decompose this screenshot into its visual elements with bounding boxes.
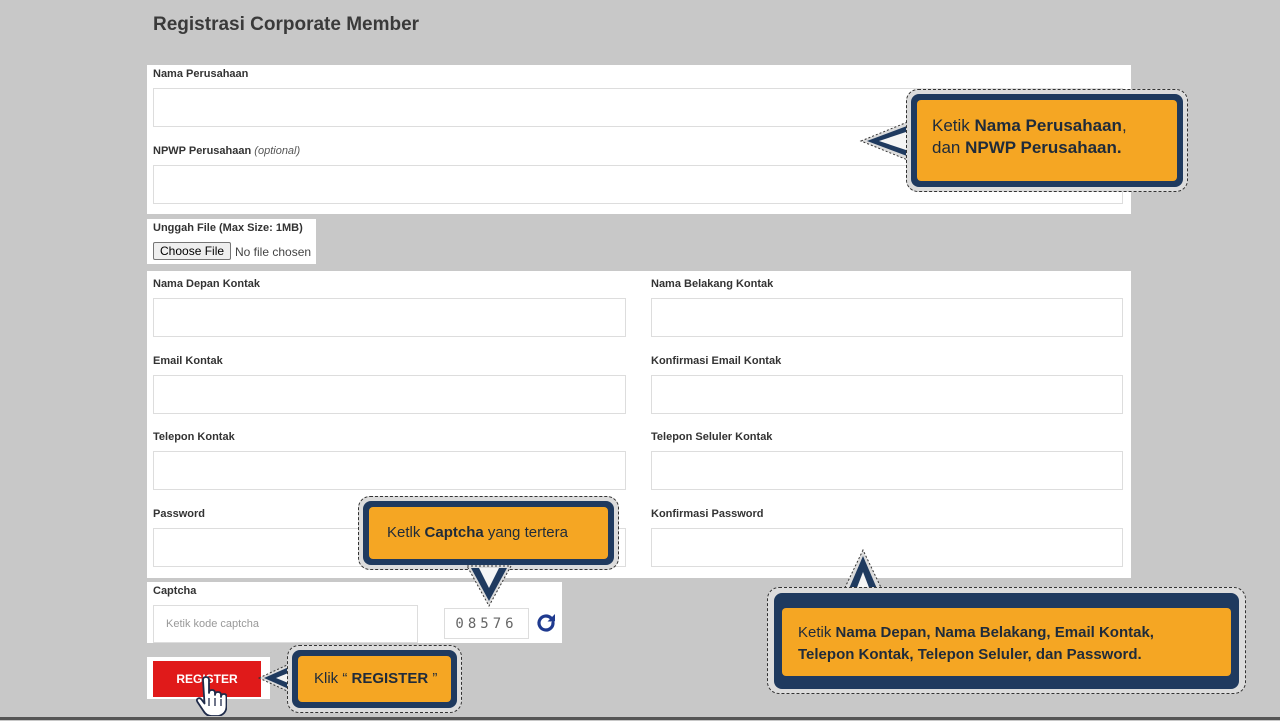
first-name-label: Nama Depan Kontak xyxy=(153,278,260,290)
register-callout-frame: Klik “ REGISTER ” xyxy=(292,650,457,708)
choose-file-button[interactable]: Choose File xyxy=(153,242,232,260)
upload-label: Unggah File (Max Size: 1MB) xyxy=(153,222,303,234)
captcha-callout-t2: yang tertera xyxy=(483,524,568,541)
email-label: Email Kontak xyxy=(153,355,223,367)
register-callout-t2: ” xyxy=(428,670,438,687)
phone-label: Telepon Kontak xyxy=(153,431,235,443)
captcha-placeholder: Ketik kode captcha xyxy=(166,618,259,630)
email-input[interactable] xyxy=(153,375,626,414)
company-callout-t1: Ketik xyxy=(932,116,975,135)
company-callout-t2: , xyxy=(1121,116,1127,135)
company-callout-b2: NPWP Perusahaan. xyxy=(965,138,1122,157)
mobile-input[interactable] xyxy=(651,451,1123,490)
mobile-label: Telepon Seluler Kontak xyxy=(651,431,773,443)
captcha-label: Captcha xyxy=(153,585,197,597)
company-callout: Ketik Nama Perusahaan, dan NPWP Perusaha… xyxy=(906,89,1188,192)
first-name-input[interactable] xyxy=(153,298,626,337)
last-name-input[interactable] xyxy=(651,298,1123,337)
contact-callout-b1: Nama Depan, Nama Belakang, Email Kontak, xyxy=(835,624,1154,641)
hand-cursor-icon xyxy=(193,676,228,717)
register-callout-text: Klik “ REGISTER ” xyxy=(298,656,451,702)
password-confirm-label: Konfirmasi Password xyxy=(651,508,764,520)
company-callout-frame: Ketik Nama Perusahaan, dan NPWP Perusaha… xyxy=(911,94,1183,187)
captcha-callout-text: Ketlk Captcha yang tertera xyxy=(369,507,608,559)
contact-callout: Ketik Nama Depan, Nama Belakang, Email K… xyxy=(767,587,1246,694)
register-callout-b1: REGISTER xyxy=(351,670,429,687)
captcha-callout-b1: Captcha xyxy=(424,524,484,541)
register-callout-t1: Klik “ xyxy=(314,670,352,687)
contact-callout-t1: Ketik xyxy=(798,624,836,641)
npwp-label: NPWP Perusahaan (optional) xyxy=(153,145,300,157)
captcha-callout-frame: Ketlk Captcha yang tertera xyxy=(363,501,614,565)
page-title: Registrasi Corporate Member xyxy=(153,14,420,35)
password-label: Password xyxy=(153,508,205,520)
email-confirm-label: Konfirmasi Email Kontak xyxy=(651,355,782,367)
contact-callout-text: Ketik Nama Depan, Nama Belakang, Email K… xyxy=(782,608,1231,676)
last-name-label: Nama Belakang Kontak xyxy=(651,278,774,290)
company-callout-t3: dan xyxy=(932,138,966,157)
refresh-icon[interactable] xyxy=(534,611,558,635)
npwp-label-text: NPWP Perusahaan xyxy=(153,145,252,157)
phone-input[interactable] xyxy=(153,451,626,490)
captcha-callout-arrow xyxy=(465,564,513,608)
npwp-optional-note: (optional) xyxy=(254,145,301,157)
contact-callout-b2: Telepon Kontak, Telepon Seluler, dan Pas… xyxy=(798,646,1142,663)
email-confirm-input[interactable] xyxy=(651,375,1123,414)
captcha-callout-t1: Ketlk xyxy=(387,524,425,541)
contact-callout-frame: Ketik Nama Depan, Nama Belakang, Email K… xyxy=(774,593,1239,689)
register-callout: Klik “ REGISTER ” xyxy=(287,645,462,713)
captcha-code: 08576 xyxy=(444,608,529,639)
file-status: No file chosen xyxy=(235,245,312,259)
captcha-callout: Ketlk Captcha yang tertera xyxy=(358,496,619,570)
company-callout-b1: Nama Perusahaan xyxy=(974,116,1122,135)
company-name-label: Nama Perusahaan xyxy=(153,68,249,80)
company-callout-text: Ketik Nama Perusahaan, dan NPWP Perusaha… xyxy=(917,100,1177,181)
